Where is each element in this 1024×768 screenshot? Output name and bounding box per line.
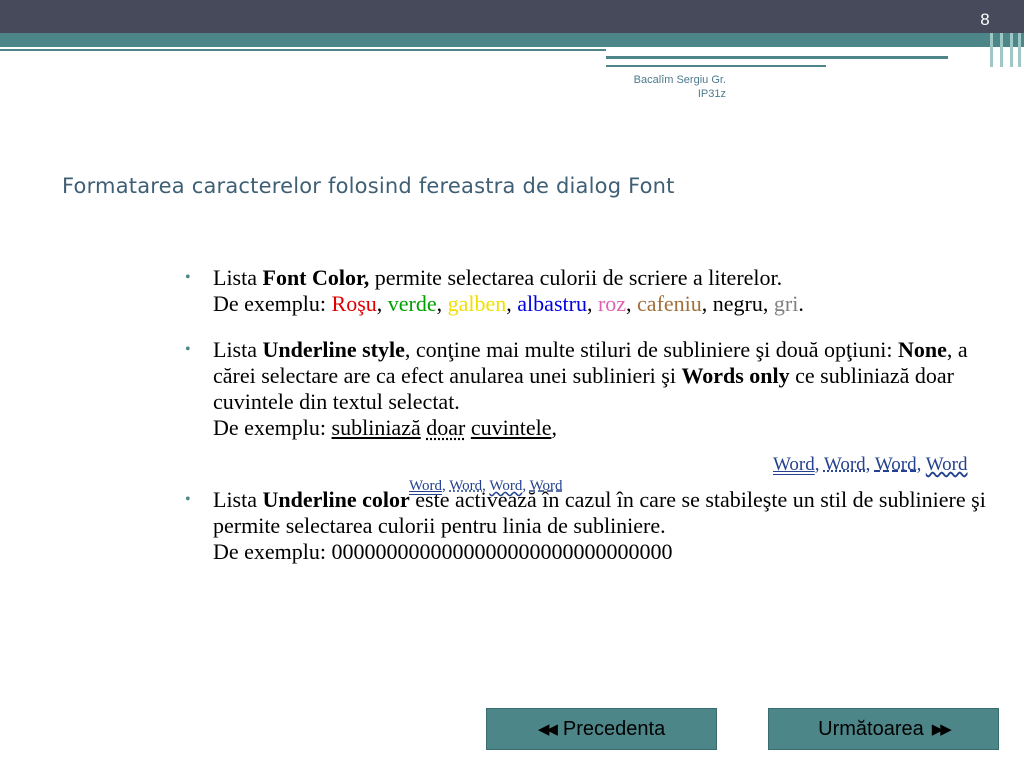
example-label: De exemplu: [213, 291, 332, 316]
bold-text: Words only [681, 363, 790, 388]
bullet-underline-style: • Lista Underline style, conţine mai mul… [183, 337, 1013, 441]
word-sample: Word [773, 454, 815, 475]
bullet-dot: • [185, 491, 191, 508]
text: , [551, 415, 557, 440]
decor-bar [1000, 33, 1003, 67]
bullet-dot: • [185, 269, 191, 286]
color-word: gri [773, 291, 799, 316]
example-label: De exemplu: [213, 539, 332, 564]
next-button[interactable]: Următoarea ▶▶ [768, 708, 999, 750]
bold-text: None [897, 337, 947, 362]
color-word: galben [447, 291, 507, 316]
separator: , [626, 291, 638, 316]
previous-button-label: Precedenta [562, 717, 666, 740]
color-word: negru [712, 291, 763, 316]
underline-styles-image-large: Word, Word, Word, Word [773, 454, 968, 476]
text: Lista [213, 265, 263, 290]
color-word: Roşu [331, 291, 377, 316]
bullet-underline-color: • Lista Underline color este activează î… [183, 487, 1013, 565]
text: Lista [213, 487, 263, 512]
separator: , [376, 291, 388, 316]
top-accent-line [0, 49, 606, 51]
bold-text: Font Color, [262, 265, 370, 290]
separator: , [436, 291, 448, 316]
separator: , [865, 454, 875, 475]
decor-bar [1010, 33, 1013, 67]
top-bar [0, 0, 1024, 33]
separator: . [798, 291, 804, 316]
word-sample: Word [874, 454, 917, 475]
top-accent-line [606, 56, 948, 59]
top-accent-line [606, 65, 826, 67]
bold-text: Underline color [262, 487, 410, 512]
decor-bar [1018, 33, 1021, 67]
text: Lista [213, 337, 263, 362]
separator: , [916, 454, 926, 475]
slide-title: Formatarea caracterelor folosind fereast… [62, 174, 675, 198]
underline-styles-image-small: Word, Word, Word, Word [409, 478, 563, 495]
rewind-icon: ◀◀ [537, 721, 558, 738]
example-value: 0000000000000000000000000000000 [331, 539, 673, 564]
word-sample: Word [449, 478, 483, 494]
dotted-underline-example: doar [426, 415, 466, 440]
bullet-dot: • [185, 341, 191, 358]
decor-bar [990, 33, 993, 67]
slide-body: • Lista Font Color, permite selectarea c… [183, 265, 1013, 565]
word-sample: Word [529, 478, 563, 494]
author-name: Bacalîm Sergiu Gr. [633, 74, 726, 86]
color-word: albastru [517, 291, 587, 316]
fast-forward-icon: ▶▶ [931, 721, 952, 738]
word-sample: Word [823, 454, 866, 475]
author-info: Bacalîm Sergiu Gr. IP31z [560, 73, 726, 101]
top-accent-band [0, 33, 1024, 47]
word-sample: Word [489, 478, 523, 494]
color-example-list: Roşu, verde, galben, albastru, roz, cafe… [332, 291, 804, 316]
separator: , [814, 454, 824, 475]
separator: , [506, 291, 518, 316]
underlined-example: subliniază [331, 415, 421, 440]
separator: , [762, 291, 774, 316]
separator: , [586, 291, 598, 316]
separator: , [522, 478, 530, 494]
color-word: roz [597, 291, 627, 316]
bold-text: Underline style [262, 337, 405, 362]
color-word: cafeniu [637, 291, 702, 316]
color-word: verde [387, 291, 437, 316]
underlined-example: cuvintele [470, 415, 552, 440]
slide-number: 8 [980, 10, 990, 29]
text: , conţine mai multe stiluri de sublinier… [404, 337, 898, 362]
bullet-font-color: • Lista Font Color, permite selectarea c… [183, 265, 1013, 317]
word-sample: Word [925, 454, 968, 475]
text: permite selectarea culorii de scriere a … [369, 265, 783, 290]
previous-button[interactable]: ◀◀ Precedenta [486, 708, 717, 750]
next-button-label: Următoarea [818, 717, 924, 740]
separator: , [701, 291, 713, 316]
word-sample: Word [409, 478, 442, 494]
example-label: De exemplu: [213, 415, 332, 440]
author-group: IP31z [697, 88, 726, 100]
